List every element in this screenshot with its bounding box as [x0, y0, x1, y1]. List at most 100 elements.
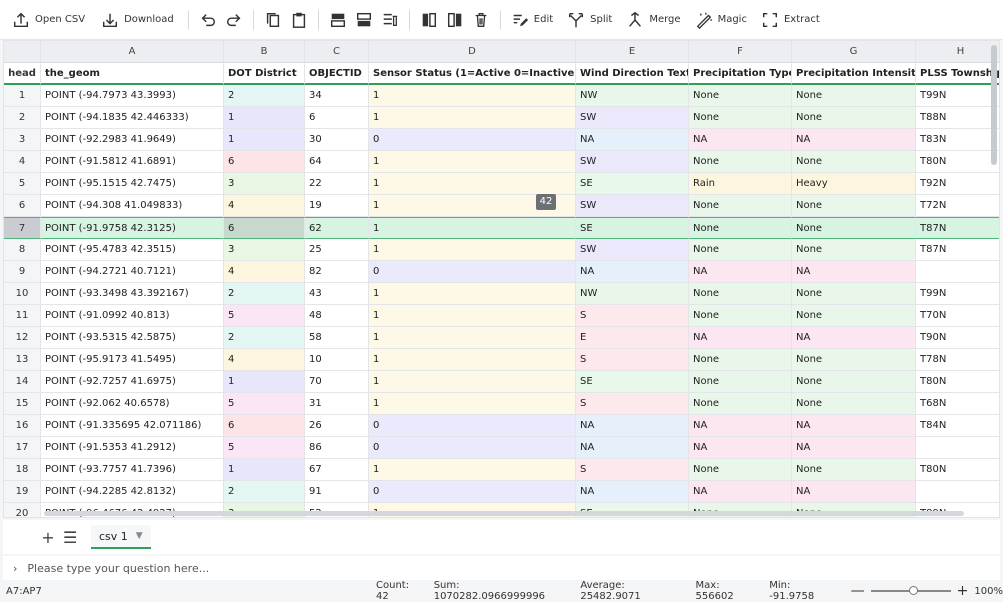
table-cell[interactable]: 0 [369, 129, 576, 151]
table-cell[interactable]: T80N [916, 459, 999, 481]
table-cell[interactable]: 26 [305, 415, 369, 437]
row-number[interactable]: 7 [4, 217, 41, 239]
row-number[interactable]: 17 [4, 437, 41, 459]
table-cell[interactable]: NW [576, 283, 689, 305]
table-cell[interactable]: Rain [689, 173, 792, 195]
column-header-c[interactable]: C [305, 41, 369, 63]
table-cell[interactable]: T83N [916, 129, 999, 151]
table-cell[interactable]: POINT (-95.4783 42.3515) [41, 239, 224, 261]
table-cell[interactable]: POINT (-94.2721 40.7121) [41, 261, 224, 283]
table-cell[interactable]: None [689, 239, 792, 261]
column-header-f[interactable]: F [689, 41, 792, 63]
table-cell[interactable]: 1 [369, 217, 576, 239]
table-cell[interactable]: NA [689, 129, 792, 151]
table-cell[interactable]: 58 [305, 327, 369, 349]
delete-column-button[interactable] [468, 6, 494, 34]
table-row[interactable]: 3 POINT (-92.2983 41.9649) 1 30 0 NA NA NA T83N [4, 129, 999, 151]
table-cell[interactable]: 82 [305, 261, 369, 283]
table-cell[interactable]: NA [576, 129, 689, 151]
table-cell[interactable]: 91 [305, 481, 369, 503]
table-cell[interactable]: POINT (-91.335695 42.071186) [41, 415, 224, 437]
table-cell[interactable]: 70 [305, 371, 369, 393]
table-row[interactable]: 19 POINT (-94.2285 42.8132) 2 91 0 NA NA NA [4, 481, 999, 503]
table-cell[interactable]: None [792, 107, 916, 129]
table-cell[interactable]: T99N [916, 85, 999, 107]
table-cell[interactable]: 0 [369, 261, 576, 283]
table-row[interactable]: 13 POINT (-95.9173 41.5495) 4 10 1 S None None T… [4, 349, 999, 371]
field-header[interactable]: OBJECTID [305, 63, 369, 85]
table-cell[interactable]: SW [576, 239, 689, 261]
extract-button[interactable]: Extract [757, 6, 824, 34]
column-header-e[interactable]: E [576, 41, 689, 63]
table-cell[interactable]: SW [576, 151, 689, 173]
table-cell[interactable]: 1 [369, 107, 576, 129]
table-row[interactable]: 5 POINT (-95.1515 42.7475) 3 22 1 SE Rain Heavy… [4, 173, 999, 195]
row-number[interactable]: 15 [4, 393, 41, 415]
table-cell[interactable]: 1 [369, 371, 576, 393]
row-number[interactable]: 13 [4, 349, 41, 371]
vertical-scrollbar[interactable] [991, 45, 997, 165]
row-number[interactable]: 16 [4, 415, 41, 437]
table-cell[interactable]: 1 [369, 459, 576, 481]
table-cell[interactable]: NA [689, 437, 792, 459]
edit-button[interactable]: Edit [507, 6, 557, 34]
row-number[interactable]: 18 [4, 459, 41, 481]
table-cell[interactable]: None [689, 305, 792, 327]
table-cell[interactable]: POINT (-91.5812 41.6891) [41, 151, 224, 173]
table-cell[interactable]: 5 [224, 305, 305, 327]
redo-button[interactable] [221, 6, 247, 34]
table-row[interactable]: 2 POINT (-94.1835 42.446333) 1 6 1 SW None None… [4, 107, 999, 129]
table-cell[interactable]: T70N [916, 305, 999, 327]
paste-button[interactable] [286, 6, 312, 34]
table-cell[interactable]: 1 [224, 371, 305, 393]
table-cell[interactable]: None [792, 195, 916, 217]
table-cell[interactable]: 6 [224, 415, 305, 437]
table-cell[interactable]: 3 [224, 239, 305, 261]
table-cell[interactable]: T72N [916, 195, 999, 217]
table-cell[interactable]: 4 [224, 195, 305, 217]
table-cell[interactable]: 67 [305, 459, 369, 481]
table-cell[interactable]: 2 [224, 327, 305, 349]
table-row[interactable]: 14 POINT (-92.7257 41.6975) 1 70 1 SE None None… [4, 371, 999, 393]
table-cell[interactable]: T80N [916, 371, 999, 393]
table-row[interactable]: 6 POINT (-94.308 41.049833) 4 19 1 SW None None… [4, 195, 999, 217]
column-header-d[interactable]: D [369, 41, 576, 63]
row-number[interactable]: 2 [4, 107, 41, 129]
table-cell[interactable]: POINT (-95.9173 41.5495) [41, 349, 224, 371]
row-number[interactable]: 19 [4, 481, 41, 503]
table-cell[interactable]: T90N [916, 327, 999, 349]
field-header[interactable]: PLSS Township [916, 63, 999, 85]
zoom-out-icon[interactable]: — [851, 583, 865, 599]
table-cell[interactable]: SE [576, 371, 689, 393]
add-sheet-icon[interactable]: + [41, 528, 55, 547]
table-cell[interactable]: None [689, 459, 792, 481]
table-cell[interactable]: 22 [305, 173, 369, 195]
table-cell[interactable]: 1 [369, 393, 576, 415]
table-cell[interactable]: None [689, 195, 792, 217]
row-number[interactable]: 14 [4, 371, 41, 393]
table-cell[interactable]: 30 [305, 129, 369, 151]
table-cell[interactable]: 31 [305, 393, 369, 415]
field-header-row[interactable]: head the_geom DOT District OBJECTID Sensor S… [4, 63, 999, 85]
table-cell[interactable]: POINT (-93.5315 42.5875) [41, 327, 224, 349]
field-header[interactable]: Precipitation Intensity [792, 63, 916, 85]
table-cell[interactable]: NW [576, 85, 689, 107]
table-cell[interactable]: NA [576, 415, 689, 437]
table-cell[interactable]: 1 [224, 129, 305, 151]
table-cell[interactable]: T68N [916, 393, 999, 415]
table-cell[interactable]: None [792, 459, 916, 481]
table-cell[interactable]: S [576, 459, 689, 481]
table-cell[interactable]: POINT (-94.1835 42.446333) [41, 107, 224, 129]
row-number[interactable]: 20 [4, 503, 41, 517]
table-cell[interactable]: 1 [369, 239, 576, 261]
row-number[interactable]: 5 [4, 173, 41, 195]
table-cell[interactable]: 25 [305, 239, 369, 261]
table-cell[interactable]: 10 [305, 349, 369, 371]
field-header[interactable]: the_geom [41, 63, 224, 85]
table-cell[interactable]: 1 [369, 283, 576, 305]
table-cell[interactable]: 0 [369, 415, 576, 437]
column-header-h[interactable]: H [916, 41, 999, 63]
table-cell[interactable]: None [689, 371, 792, 393]
table-cell[interactable]: POINT (-91.5353 41.2912) [41, 437, 224, 459]
table-cell[interactable]: Heavy [792, 173, 916, 195]
